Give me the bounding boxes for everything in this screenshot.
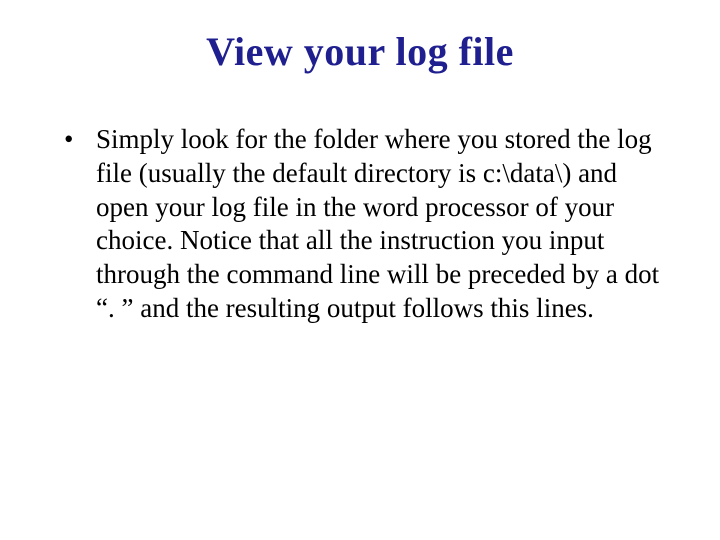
slide-title: View your log file (40, 28, 680, 75)
list-item: Simply look for the folder where you sto… (64, 123, 670, 326)
slide: View your log file Simply look for the f… (0, 0, 720, 540)
bullet-list: Simply look for the folder where you sto… (40, 123, 680, 326)
